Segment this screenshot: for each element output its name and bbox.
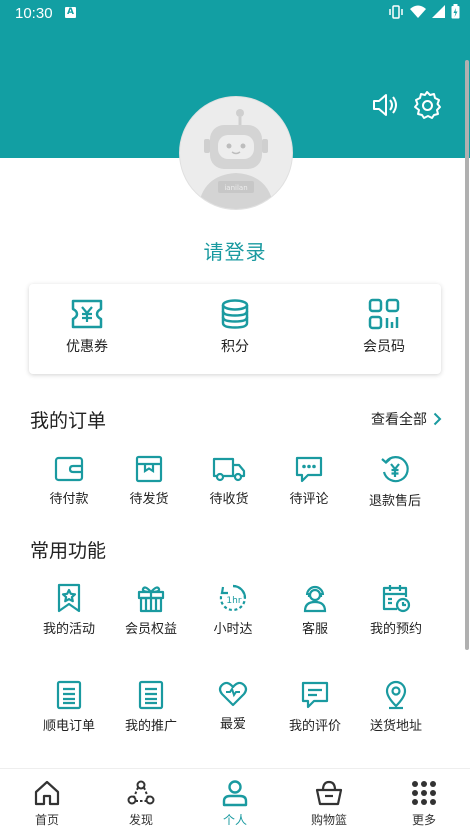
nav-basket[interactable]: 购物篮 (289, 779, 369, 828)
status-bar: 10:30 A (0, 0, 470, 28)
customer-service-label: 客服 (301, 622, 328, 637)
delivery-address-label: 送货地址 (369, 719, 422, 734)
coupon-label: 优惠券 (66, 339, 108, 355)
nav-discover[interactable]: 发现 (101, 779, 181, 828)
one-hour-badge: 1hr (226, 596, 241, 606)
order-list-icon (56, 680, 82, 710)
bottom-nav: 首页 发现 个人 购物篮 更多 (0, 768, 470, 838)
order-pending-shipment[interactable]: 待发货 (104, 455, 194, 507)
status-icons (388, 4, 460, 19)
battery-icon (451, 4, 460, 19)
discover-icon (127, 780, 155, 805)
comment-icon (295, 456, 323, 483)
signal-icon (432, 5, 445, 18)
my-activities-label: 我的活动 (42, 622, 95, 637)
pending-review-label: 待评论 (289, 492, 329, 507)
member-benefits-label: 会员权益 (124, 622, 177, 637)
refund-label: 退款售后 (368, 494, 421, 509)
member-benefits-button[interactable]: 会员权益 (106, 583, 196, 637)
points-icon (221, 299, 249, 329)
login-link[interactable]: 请登录 (0, 236, 470, 265)
nav-basket-label: 购物篮 (310, 813, 347, 827)
coupon-icon (71, 299, 103, 329)
pending-shipment-label: 待发货 (129, 492, 169, 507)
nav-personal-label: 个人 (222, 813, 247, 827)
see-all-orders-link[interactable]: 查看全部 (371, 409, 442, 429)
status-time: 10:30 (15, 5, 53, 22)
nav-personal[interactable]: 个人 (195, 779, 275, 828)
hour-delivery-label: 小时达 (213, 622, 253, 637)
gift-icon (137, 586, 165, 613)
customer-service-icon (303, 585, 327, 613)
member-code-button[interactable]: 会员码 (334, 298, 434, 356)
account-card: 优惠券 积分 会员码 (29, 284, 441, 374)
sundan-orders-button[interactable]: 顺电订单 (24, 680, 114, 734)
header-actions (370, 90, 442, 120)
orders-title: 我的订单 (30, 410, 107, 432)
speaker-icon[interactable] (370, 90, 400, 120)
functions-title: 常用功能 (30, 540, 107, 562)
pending-payment-label: 待付款 (49, 492, 89, 507)
order-refund-aftersale[interactable]: 退款售后 (350, 455, 440, 509)
nav-home-label: 首页 (34, 813, 59, 827)
my-reservations-button[interactable]: 我的预约 (351, 583, 441, 637)
my-reviews-button[interactable]: 我的评价 (270, 680, 360, 734)
calendar-icon (382, 585, 411, 613)
wifi-icon (410, 5, 426, 18)
scrollbar[interactable] (465, 60, 469, 650)
nav-discover-label: 发现 (128, 813, 153, 827)
promotion-icon (138, 680, 164, 710)
chevron-right-icon (433, 412, 442, 426)
one-hour-icon: 1hr (219, 584, 247, 612)
points-label: 积分 (221, 339, 249, 355)
order-pending-receipt[interactable]: 待收货 (184, 455, 274, 507)
sundan-orders-label: 顺电订单 (42, 719, 95, 734)
my-reviews-label: 我的评价 (288, 719, 341, 734)
bookmark-star-icon (57, 583, 81, 613)
review-icon (301, 681, 329, 709)
delivery-address-button[interactable]: 送货地址 (351, 680, 441, 734)
home-icon (34, 780, 60, 806)
nav-more-label: 更多 (411, 813, 436, 827)
vibrate-icon (389, 4, 403, 19)
my-promotion-button[interactable]: 我的推广 (106, 680, 196, 734)
order-pending-payment[interactable]: 待付款 (24, 455, 114, 507)
hour-delivery-button[interactable]: 1hr 小时达 (188, 583, 278, 637)
my-activities-button[interactable]: 我的活动 (24, 583, 114, 637)
nav-more[interactable]: 更多 (384, 779, 464, 828)
pending-receipt-label: 待收货 (209, 492, 249, 507)
my-promotion-label: 我的推广 (124, 719, 177, 734)
customer-service-button[interactable]: 客服 (270, 583, 360, 637)
basket-icon (315, 780, 343, 806)
settings-gear-icon[interactable] (412, 90, 442, 120)
coupon-button[interactable]: 优惠券 (37, 298, 137, 356)
notification-badge: A (65, 7, 76, 18)
member-code-label: 会员码 (363, 339, 405, 355)
refund-icon (381, 456, 409, 483)
see-all-label: 查看全部 (371, 412, 427, 428)
favorites-button[interactable]: 最爱 (188, 680, 278, 732)
avatar[interactable]: ianilan (179, 96, 293, 210)
robot-avatar-icon: ianilan (198, 109, 274, 209)
more-icon (412, 781, 436, 805)
member-code-icon (368, 298, 400, 330)
person-icon (222, 780, 248, 807)
my-reservations-label: 我的预约 (369, 622, 422, 637)
nav-home[interactable]: 首页 (7, 779, 87, 828)
avatar-caption: ianilan (224, 184, 247, 192)
favorites-label: 最爱 (219, 717, 246, 732)
box-icon (135, 455, 163, 483)
order-pending-review[interactable]: 待评论 (264, 455, 354, 507)
points-button[interactable]: 积分 (185, 298, 285, 356)
truck-icon (212, 457, 246, 482)
wallet-icon (54, 456, 84, 482)
location-icon (385, 680, 407, 710)
heart-icon (218, 681, 248, 707)
